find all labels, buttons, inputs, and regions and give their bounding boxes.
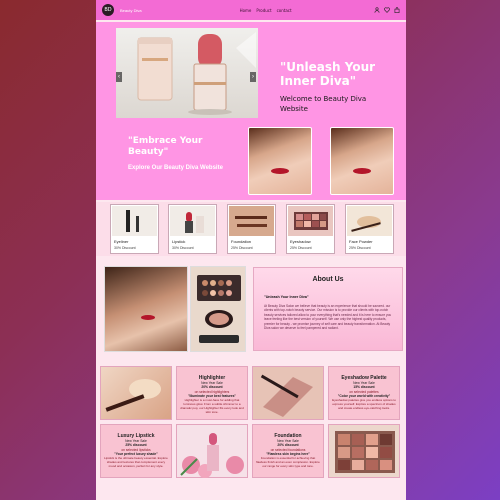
offer-body: Eyeshadow palettes give you endless opti… — [332, 398, 396, 411]
offer-body: Foundation is essential for achieving th… — [256, 456, 320, 469]
nav-link-contact[interactable]: contact — [277, 8, 292, 13]
roses-illustration — [180, 433, 244, 478]
embrace-subtitle: Explore Our Beauty Diva Website — [128, 165, 223, 171]
product-card-lipstick[interactable]: Lipstick 30% Discount — [168, 204, 217, 254]
eyeliner-icon — [126, 210, 139, 232]
highlighter-illustration — [105, 379, 161, 412]
product-name: Eyeshadow — [290, 239, 311, 244]
product-discount: 25% Discount — [290, 246, 312, 250]
offer-body: Lipstick is the ultimate beauty essentia… — [104, 456, 168, 469]
offer-card-highlighter[interactable]: Highlighter New Year Sale 20% discount o… — [176, 366, 248, 420]
about-quote: "Unleash Your Inner Diva" — [264, 295, 309, 299]
product-card-face-powder[interactable]: Face Powder 25% Discount — [345, 204, 394, 254]
foundation-image — [229, 206, 274, 236]
product-row: Eyeliner 30% Discount Lipstick 30% Disco… — [96, 202, 406, 256]
model-lips — [141, 315, 155, 320]
makeup-kit-illustration — [197, 275, 241, 343]
model-face-image-1 — [248, 127, 312, 195]
top-navbar: BD Beauty Diva Home Product contact — [96, 0, 406, 20]
about-text-box: About Us "Unleash Your Inner Diva" At Be… — [254, 268, 402, 350]
nav-icons — [374, 7, 400, 13]
nav-menu: Home Product contact — [240, 8, 292, 13]
brush-icon — [235, 216, 267, 227]
hero-subtitle: Welcome to Beauty Diva Website — [280, 95, 367, 113]
highlighter-image — [100, 366, 172, 420]
product-discount: 25% Discount — [349, 246, 371, 250]
lipstick-illustration — [137, 32, 256, 115]
product-card-eyeshadow[interactable]: Eyeshadow 25% Discount — [286, 204, 335, 254]
website-page: BD Beauty Diva Home Product contact ‹ › … — [96, 0, 406, 500]
model-lips — [271, 168, 289, 174]
product-name: Foundation — [231, 239, 252, 244]
eyeshadow-palette-image — [328, 424, 400, 478]
product-card-foundation[interactable]: Foundation 25% Discount — [227, 204, 276, 254]
about-makeup-kit-image — [190, 266, 246, 352]
powder-icon — [351, 216, 381, 232]
nav-link-home[interactable]: Home — [240, 8, 252, 13]
offer-body: Highlighter is a must-have for adding th… — [180, 398, 244, 415]
palette-icon — [294, 212, 328, 230]
product-name: Lipstick — [172, 239, 186, 244]
embrace-title: "Embrace Your Beauty" — [128, 136, 203, 157]
about-paragraph: At Beauty Diva Salon we believe that bea… — [264, 304, 392, 331]
lipstick-image — [170, 206, 215, 236]
logo-text: BD — [104, 7, 112, 13]
carousel-next-arrow[interactable]: › — [250, 72, 256, 82]
lipstick-roses-image — [176, 424, 248, 478]
product-discount: 30% Discount — [114, 246, 136, 250]
product-discount: 30% Discount — [172, 246, 194, 250]
product-name: Face Powder — [349, 239, 373, 244]
face-powder-image — [347, 206, 392, 236]
lipstick-icon — [185, 212, 204, 233]
about-model-image — [104, 266, 188, 352]
model-face-image-2 — [330, 127, 394, 195]
brand-logo[interactable]: BD — [102, 4, 114, 16]
offer-card-lipstick[interactable]: Luxury Lipstick New Year Sale 25% discou… — [100, 424, 172, 478]
eyeshadow-image — [288, 206, 333, 236]
offer-card-eyeshadow[interactable]: Eyeshadow Palette New Year Sale 15% disc… — [328, 366, 400, 420]
hero-lipstick-image: ‹ › — [116, 28, 258, 118]
brand-name[interactable]: Beauty Diva — [120, 8, 142, 13]
palette-illustration — [335, 431, 395, 473]
eyeshadow-swatch-image — [252, 366, 324, 420]
model-lips — [353, 168, 371, 174]
hero-title: "Unleash Your Inner Diva" — [280, 60, 376, 88]
carousel-prev-arrow[interactable]: ‹ — [116, 72, 122, 82]
product-card-eyeliner[interactable]: Eyeliner 30% Discount — [110, 204, 159, 254]
eyeliner-image — [112, 206, 157, 236]
bag-icon[interactable] — [394, 7, 400, 13]
heart-icon[interactable] — [384, 7, 390, 13]
offer-card-foundation[interactable]: Foundation New Year Sale 20% discount on… — [252, 424, 324, 478]
swatch-illustration — [260, 374, 313, 417]
about-title: About Us — [312, 276, 344, 283]
hero-section: ‹ › "Unleash Your Inner Diva" Welcome to… — [96, 22, 406, 124]
product-discount: 25% Discount — [231, 246, 253, 250]
about-section: About Us "Unleash Your Inner Diva" At Be… — [96, 262, 406, 356]
nav-link-product[interactable]: Product — [256, 8, 271, 13]
embrace-section: "Embrace Your Beauty" Explore Our Beauty… — [96, 124, 406, 200]
product-name: Eyeliner — [114, 239, 129, 244]
user-icon[interactable] — [374, 7, 380, 13]
offers-grid: Highlighter New Year Sale 20% discount o… — [96, 362, 406, 480]
